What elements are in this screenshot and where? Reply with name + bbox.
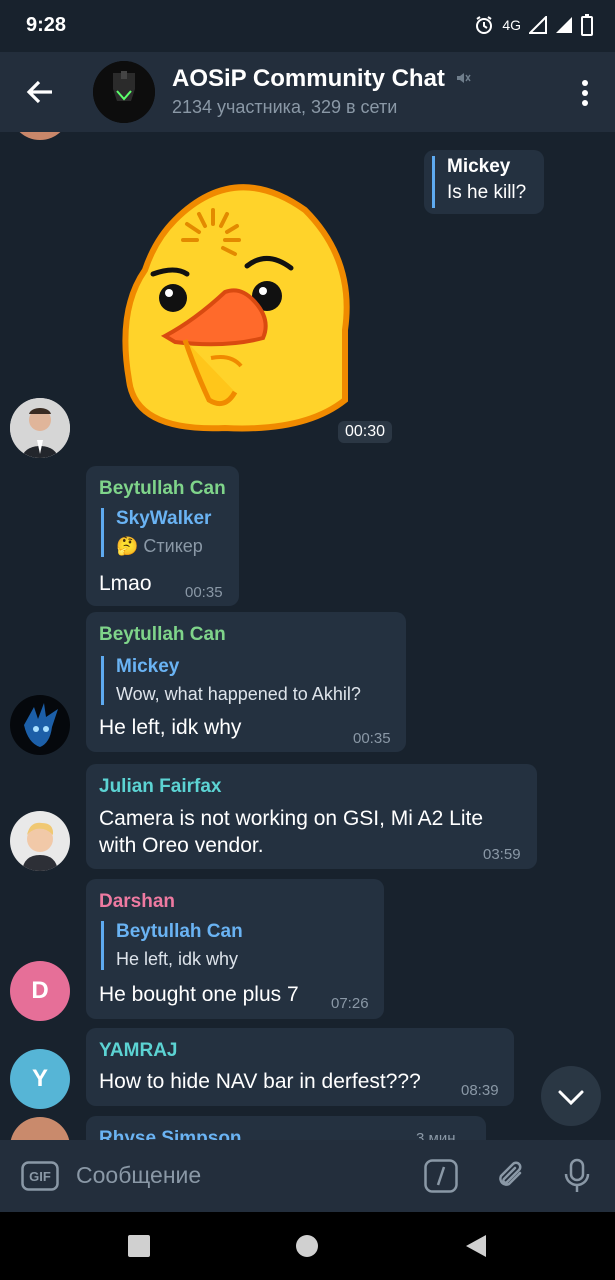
recent-apps-icon[interactable]: [127, 1234, 151, 1258]
message-bubble[interactable]: YAMRAJ How to hide NAV bar in derfest???…: [86, 1028, 514, 1106]
message-sender[interactable]: YAMRAJ: [99, 1040, 178, 1062]
user-avatar[interactable]: [10, 132, 70, 140]
message-time: 08:39: [461, 1082, 499, 1099]
signal-icon: [556, 17, 572, 33]
muted-icon: [457, 73, 471, 83]
message-sender[interactable]: Beytullah Can: [99, 624, 226, 646]
message-sender[interactable]: Julian Fairfax: [99, 776, 222, 798]
message-text: How to hide NAV bar in derfest???: [99, 1070, 421, 1093]
signal-icon: [529, 16, 547, 34]
chat-messages[interactable]: Mickey Is he kill? 00:30 Beytullah Can S…: [0, 132, 615, 1140]
bot-command-icon[interactable]: [424, 1159, 458, 1193]
chat-subtitle: 2134 участника, 329 в сети: [172, 97, 398, 117]
scroll-down-button[interactable]: [541, 1066, 601, 1126]
quote-text: He left, idk why: [116, 949, 239, 969]
svg-text:GIF: GIF: [29, 1169, 51, 1184]
status-bar: 9:28 4G: [0, 0, 615, 52]
message-time: 00:35: [353, 730, 391, 747]
system-nav-bar: [0, 1212, 615, 1280]
user-avatar[interactable]: [10, 695, 70, 755]
message-bubble[interactable]: Beytullah Can SkyWalker 🤔 Стикер Lmao 00…: [86, 466, 239, 606]
message-bubble[interactable]: Beytullah Can Mickey Wow, what happened …: [86, 612, 406, 752]
quote-text: Is he kill?: [447, 182, 527, 203]
message-time: 00:35: [185, 584, 223, 601]
avatar-photo: [10, 811, 70, 871]
back-arrow-icon[interactable]: [24, 76, 56, 108]
message-input[interactable]: Сообщение: [76, 1162, 201, 1189]
quote-sender: Mickey: [447, 156, 511, 177]
message-bubble[interactable]: Mickey Is he kill?: [424, 150, 544, 214]
quote-sender: Mickey: [116, 656, 180, 677]
more-options-icon[interactable]: [581, 80, 589, 106]
group-avatar[interactable]: [93, 61, 155, 123]
avatar-photo: [10, 398, 70, 458]
message-text: Camera is not working on GSI, Mi A2 Lite: [99, 807, 483, 830]
user-avatar[interactable]: [10, 811, 70, 871]
quote-text: Wow, what happened to Akhil?: [116, 684, 361, 704]
message-composer: GIF Сообщение: [0, 1140, 615, 1212]
quote-sender: Beytullah Can: [116, 921, 243, 942]
network-type: 4G: [502, 17, 521, 33]
avatar-photo: [10, 695, 70, 755]
quote-sender: SkyWalker: [116, 508, 212, 529]
message-time: 03:59: [483, 846, 521, 863]
chevron-down-icon: [558, 1090, 584, 1106]
message-text: with Oreo vendor.: [99, 834, 264, 857]
gif-icon[interactable]: GIF: [21, 1161, 59, 1191]
reply-quote[interactable]: Mickey Wow, what happened to Akhil?: [101, 656, 361, 705]
message-text: He left, idk why: [99, 716, 242, 739]
battery-icon: [581, 14, 593, 36]
reply-quote[interactable]: Mickey Is he kill?: [432, 156, 526, 208]
user-avatar[interactable]: [10, 1117, 70, 1140]
message-sender[interactable]: Rhyse Simpson: [99, 1128, 242, 1140]
user-avatar[interactable]: D: [10, 961, 70, 1021]
microphone-icon[interactable]: [562, 1158, 592, 1194]
chat-header: AOSiP Community Chat 2134 участника, 329…: [0, 52, 615, 132]
user-avatar[interactable]: [10, 398, 70, 458]
message-text: Lmao: [99, 572, 152, 595]
duck-sticker[interactable]: [115, 170, 355, 440]
aosip-logo-icon: [93, 61, 155, 123]
alarm-icon: [476, 16, 493, 34]
message-time: 07:26: [331, 995, 369, 1012]
message-text: He bought one plus 7: [99, 983, 299, 1006]
avatar-letter: D: [31, 977, 49, 1004]
message-sender[interactable]: Beytullah Can: [99, 478, 226, 500]
status-icons: 4G: [474, 14, 593, 36]
status-time: 9:28: [26, 14, 67, 36]
message-sender[interactable]: Darshan: [99, 891, 175, 913]
user-avatar[interactable]: Y: [10, 1049, 70, 1109]
reply-quote[interactable]: Beytullah Can He left, idk why: [101, 921, 243, 970]
message-time: 00:30: [338, 421, 393, 443]
reply-quote[interactable]: SkyWalker 🤔 Стикер: [101, 508, 211, 557]
quote-text: 🤔 Стикер: [116, 536, 203, 556]
message-bubble[interactable]: Rhyse Simpson 3 мин: [86, 1116, 486, 1140]
message-time: 3 мин: [416, 1130, 456, 1140]
chat-title[interactable]: AOSiP Community Chat: [172, 65, 445, 93]
attach-icon[interactable]: [494, 1159, 528, 1193]
message-bubble[interactable]: Darshan Beytullah Can He left, idk why H…: [86, 879, 384, 1019]
avatar-letter: Y: [31, 1065, 48, 1092]
message-bubble[interactable]: Julian Fairfax Camera is not working on …: [86, 764, 537, 869]
back-icon[interactable]: [464, 1233, 488, 1259]
home-icon[interactable]: [295, 1234, 319, 1258]
